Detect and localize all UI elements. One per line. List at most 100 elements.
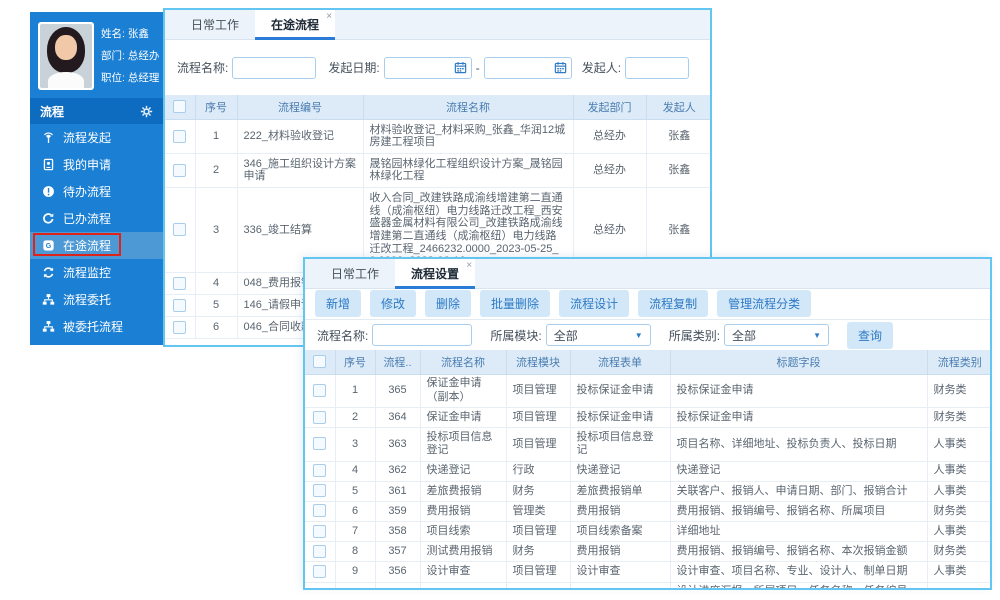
select-all-checkbox[interactable] (173, 100, 186, 113)
cell: 363 (375, 428, 420, 462)
cell: 项目管理 (506, 562, 570, 582)
cell: 财务类 (927, 408, 992, 428)
cell: 晟铭园林绿化工程组织设计方案_晟铭园林绿化工程 (363, 153, 573, 187)
cell: 设计进度汇报 (420, 582, 506, 590)
column-header[interactable]: 发起人 (646, 95, 712, 119)
module-select[interactable]: 全部 ▼ (546, 324, 651, 346)
row-checkbox[interactable] (173, 321, 186, 334)
row-checkbox[interactable] (313, 565, 326, 578)
manage-flow-category-button[interactable]: 管理流程分类 (717, 290, 811, 317)
table-row[interactable]: 1222_材料验收登记材料验收登记_材料采购_张鑫_华润12城房建工程项目总经办… (165, 119, 712, 153)
tab-daily-work[interactable]: 日常工作 (175, 10, 255, 39)
row-checkbox[interactable] (173, 277, 186, 290)
row-checkbox[interactable] (313, 384, 326, 397)
table-body: 1365保证金申请（副本）项目管理投标保证金申请投标保证金申请财务类2364保证… (305, 374, 992, 590)
row-checkbox[interactable] (173, 223, 186, 236)
start-date-from-input[interactable] (384, 57, 472, 79)
table-row[interactable]: 5361差旅费报销财务差旅费报销单关联客户、报销人、申请日期、部门、报销合计人事… (305, 481, 992, 501)
table-row[interactable]: 6359费用报销管理类费用报销费用报销、报销编号、报销名称、所属项目财务类 (305, 501, 992, 521)
close-icon[interactable]: × (466, 261, 472, 271)
table-row[interactable]: 2364保证金申请项目管理投标保证金申请投标保证金申请财务类 (305, 408, 992, 428)
edit-button[interactable]: 修改 (370, 290, 416, 317)
tab-daily-work[interactable]: 日常工作 (315, 259, 395, 288)
table-row[interactable]: 9356设计审查项目管理设计审查设计审查、项目名称、专业、设计人、制单日期人事类 (305, 562, 992, 582)
delete-button[interactable]: 删除 (425, 290, 471, 317)
add-button[interactable]: 新增 (315, 290, 361, 317)
flow-name-input[interactable] (372, 324, 472, 346)
row-checkbox[interactable] (313, 437, 326, 450)
column-header[interactable]: 发起部门 (573, 95, 646, 119)
cell: 5 (195, 294, 237, 316)
tab-in-transit-flows[interactable]: 在途流程 × (255, 10, 335, 39)
gear-icon[interactable] (140, 105, 153, 118)
cell: 设计审查 (570, 562, 670, 582)
chevron-down-icon: ▼ (813, 331, 821, 340)
table-row[interactable]: 1365保证金申请（副本）项目管理投标保证金申请投标保证金申请财务类 (305, 374, 992, 408)
cell: 365 (375, 374, 420, 408)
column-header[interactable]: 流程.. (375, 350, 420, 374)
sidebar-item[interactable]: G在途流程 (30, 232, 163, 259)
category-select[interactable]: 全部 ▼ (724, 324, 829, 346)
sidebar-item-label: 流程委托 (63, 291, 111, 308)
sidebar-item[interactable]: 我的申请 (30, 151, 163, 178)
cell: 张鑫 (646, 119, 712, 153)
checkbox-cell (165, 272, 195, 294)
row-checkbox[interactable] (313, 484, 326, 497)
sidebar-item[interactable]: 流程监控 (30, 259, 163, 286)
table-row[interactable]: 4362快递登记行政快递登记快递登记人事类 (305, 461, 992, 481)
table-row[interactable]: 8357测试费用报销财务费用报销费用报销、报销编号、报销名称、本次报销金额财务类 (305, 542, 992, 562)
sidebar-item-label: 流程监控 (63, 264, 111, 281)
row-checkbox[interactable] (173, 130, 186, 143)
flow-name-input[interactable] (232, 57, 316, 79)
user-name-row: 姓名: 张鑫 (101, 23, 159, 45)
row-checkbox[interactable] (313, 545, 326, 558)
cell: 保证金申请（副本） (420, 374, 506, 408)
header-row: 序号 流程.. 流程名称 流程模块 流程表单 标题字段 流程类别 (305, 350, 992, 374)
start-date-to-input[interactable] (484, 57, 572, 79)
svg-text:G: G (46, 243, 52, 250)
close-icon[interactable]: × (326, 12, 332, 22)
cell: 费用报销 (570, 542, 670, 562)
sidebar-item[interactable]: 已办流程 (30, 205, 163, 232)
screen: 姓名: 张鑫 部门: 总经办 职位: 总经理 流程 流程发起我的申请待办流程已办… (0, 0, 1000, 600)
cell: 项目管理 (506, 582, 570, 590)
row-checkbox[interactable] (313, 464, 326, 477)
select-all-checkbox[interactable] (313, 355, 326, 368)
column-header[interactable]: 流程表单 (570, 350, 670, 374)
row-checkbox[interactable] (313, 525, 326, 538)
cell: 项目管理 (927, 582, 992, 590)
cell: 355 (375, 582, 420, 590)
table-row[interactable]: 3363投标项目信息登记项目管理投标项目信息登记项目名称、详细地址、投标负责人、… (305, 428, 992, 462)
tab-flow-settings[interactable]: 流程设置 × (395, 259, 475, 288)
row-checkbox[interactable] (313, 411, 326, 424)
sidebar-item[interactable]: 流程发起 (30, 124, 163, 151)
sidebar-item[interactable]: 待办流程 (30, 178, 163, 205)
row-checkbox[interactable] (313, 504, 326, 517)
column-header[interactable]: 流程名称 (420, 350, 506, 374)
table-row[interactable]: 10355设计进度汇报项目管理设计进度汇报设计进度汇报、所属项目、任务名称、任务… (305, 582, 992, 590)
sidebar-item[interactable]: 流程委托 (30, 286, 163, 313)
column-header[interactable]: 流程类别 (927, 350, 992, 374)
cell: 项目线索备案 (570, 522, 670, 542)
flow-copy-button[interactable]: 流程复制 (638, 290, 708, 317)
column-header[interactable]: 序号 (195, 95, 237, 119)
column-header[interactable]: 序号 (335, 350, 375, 374)
table-row[interactable]: 2346_施工组织设计方案申请晟铭园林绿化工程组织设计方案_晟铭园林绿化工程总经… (165, 153, 712, 187)
in-transit-icon: G (42, 239, 55, 252)
query-button[interactable]: 查询 (847, 322, 893, 349)
cell: 2 (335, 408, 375, 428)
cell: 6 (195, 317, 237, 339)
initiator-input[interactable] (625, 57, 689, 79)
start-date-to-field (484, 57, 572, 79)
table-row[interactable]: 7358项目线索项目管理项目线索备案详细地址人事类 (305, 522, 992, 542)
row-checkbox[interactable] (173, 299, 186, 312)
flow-design-button[interactable]: 流程设计 (559, 290, 629, 317)
row-checkbox[interactable] (173, 164, 186, 177)
column-header[interactable]: 流程模块 (506, 350, 570, 374)
column-header[interactable]: 流程名称 (363, 95, 573, 119)
cell: 项目名称、详细地址、投标负责人、投标日期 (670, 428, 927, 462)
batch-delete-button[interactable]: 批量删除 (480, 290, 550, 317)
column-header[interactable]: 标题字段 (670, 350, 927, 374)
sidebar-item[interactable]: 被委托流程 (30, 313, 163, 340)
column-header[interactable]: 流程编号 (237, 95, 363, 119)
